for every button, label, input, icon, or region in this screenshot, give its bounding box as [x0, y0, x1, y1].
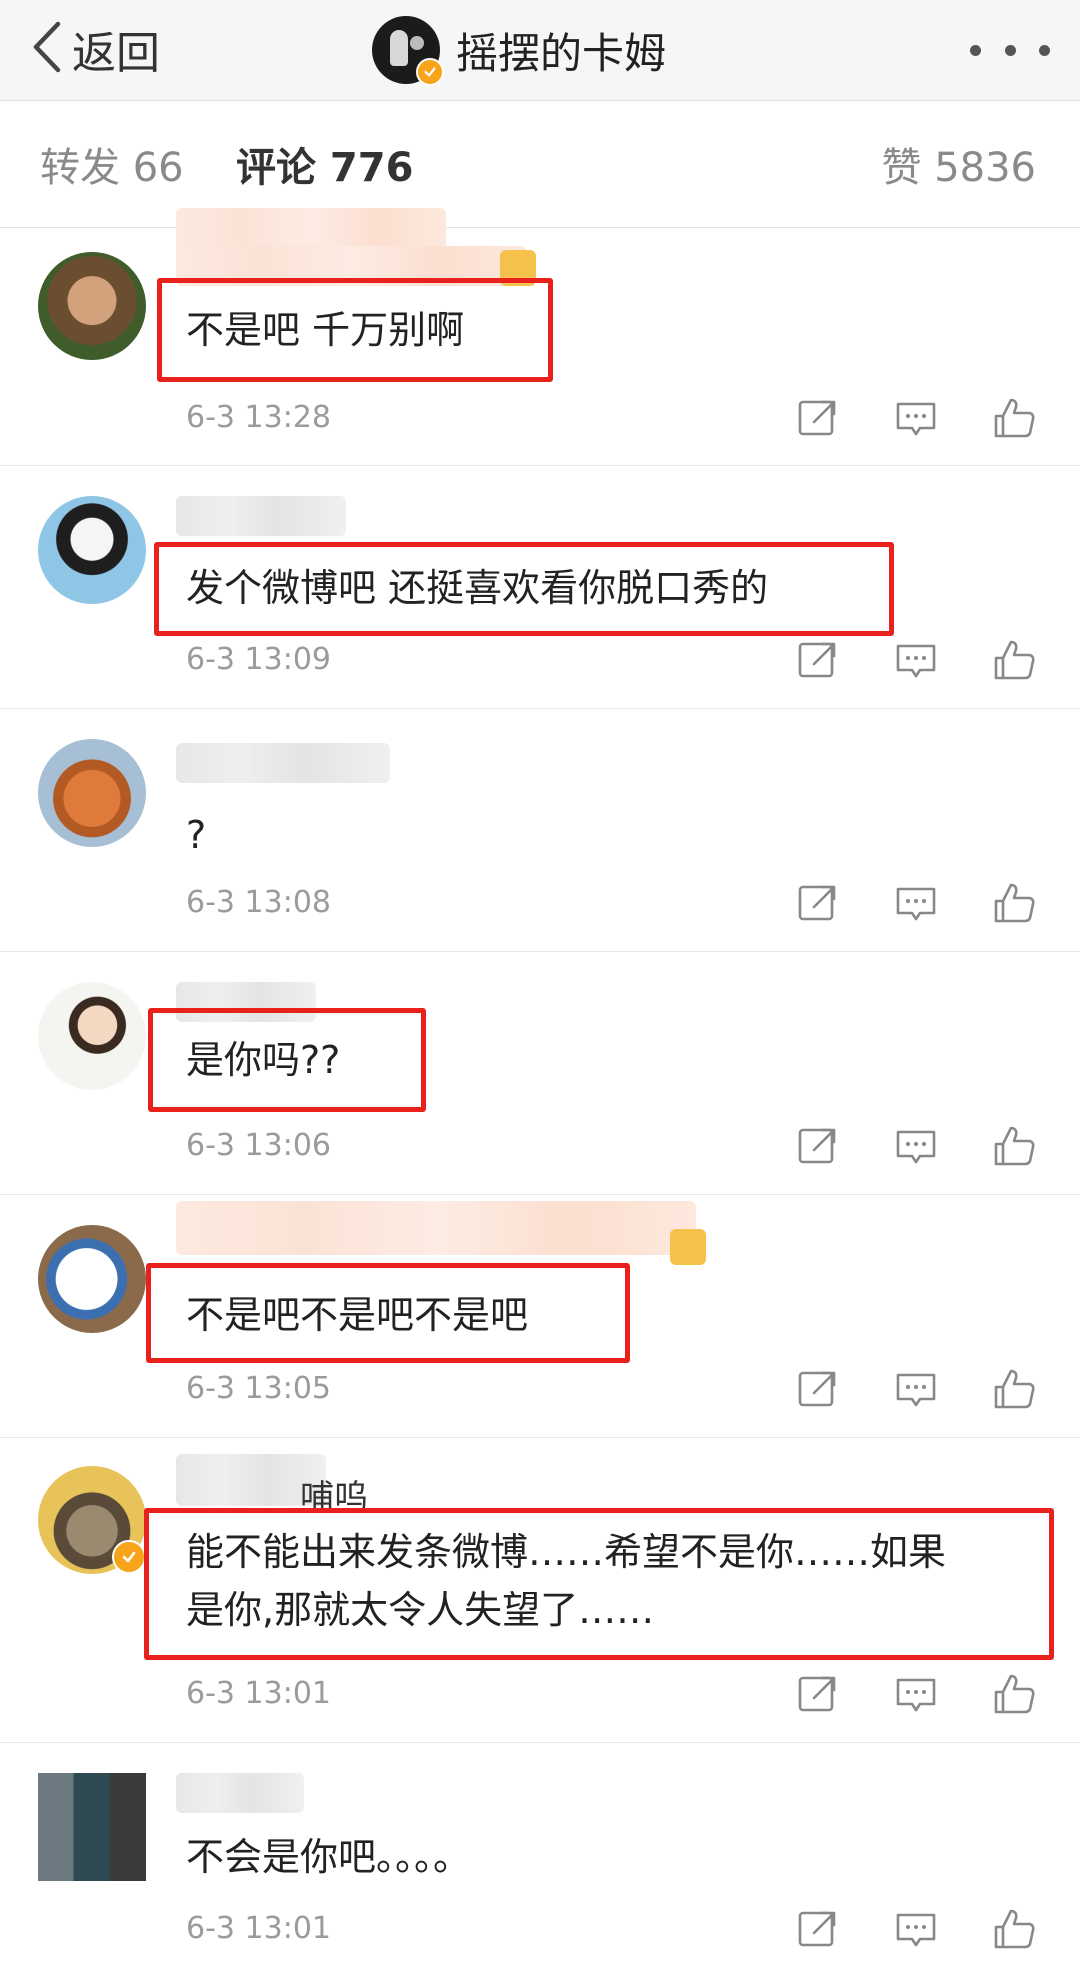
verified-badge-icon [112, 1540, 146, 1574]
comment-text: 是你,那就太令人失望了…… [186, 1588, 655, 1632]
avatar[interactable] [372, 16, 444, 86]
repost-icon[interactable] [796, 1672, 840, 1716]
avatar[interactable] [38, 1225, 146, 1333]
avatar[interactable] [38, 496, 146, 604]
profile-header[interactable]: 摇摆的卡姆 [372, 0, 666, 100]
comment-time: 6-3 13:06 [186, 1128, 331, 1163]
verified-badge-icon [416, 58, 444, 86]
comment-icon[interactable] [894, 881, 938, 925]
tab-bar: 转发 66 评论 776 赞 5836 [0, 101, 1080, 228]
comment-actions [796, 1672, 1040, 1722]
comment-actions [796, 1367, 1040, 1417]
comment-icon[interactable] [894, 1672, 938, 1716]
list-item: 是你吗?? 6-3 13:06 [0, 952, 1080, 1194]
list-item: 发个微博吧 还挺喜欢看你脱口秀的 6-3 13:09 [0, 466, 1080, 708]
tab-like[interactable]: 赞 5836 [881, 135, 1036, 193]
page-title: 摇摆的卡姆 [456, 28, 667, 78]
blurred-username [176, 743, 390, 783]
back-chevron-icon [30, 20, 64, 78]
comment-text: 能不能出来发条微博……希望不是你……如果 [186, 1530, 947, 1574]
like-icon[interactable] [992, 1672, 1036, 1716]
comment-actions [796, 1124, 1040, 1174]
blurred-username [176, 1201, 696, 1255]
comment-text: 不会是你吧。。。。 [186, 1835, 472, 1879]
comment-actions [796, 1907, 1040, 1957]
like-icon[interactable] [992, 1124, 1036, 1168]
comment-time: 6-3 13:28 [186, 400, 331, 435]
avatar[interactable] [38, 982, 146, 1090]
comment-actions [796, 881, 1040, 931]
top-nav-bar: 返回 摇摆的卡姆 [0, 0, 1080, 101]
like-icon[interactable] [992, 1907, 1036, 1951]
blurred-username [176, 1773, 304, 1813]
comment-time: 6-3 13:01 [186, 1676, 331, 1711]
avatar[interactable] [38, 739, 146, 847]
comment-icon[interactable] [894, 638, 938, 682]
more-icon[interactable] [970, 22, 1050, 78]
comment-time: 6-3 13:05 [186, 1371, 331, 1406]
comment-icon[interactable] [894, 1124, 938, 1168]
avatar[interactable] [38, 1773, 146, 1881]
comment-text: 发个微博吧 还挺喜欢看你脱口秀的 [186, 566, 769, 610]
repost-icon[interactable] [796, 1907, 840, 1951]
comment-text: ? [186, 813, 207, 857]
like-icon[interactable] [992, 881, 1036, 925]
comment-time: 6-3 13:09 [186, 642, 331, 677]
comment-text: 不是吧不是吧不是吧 [186, 1293, 529, 1337]
list-item: 不是吧 千万别啊 6-3 13:28 [0, 208, 1080, 465]
repost-icon[interactable] [796, 1367, 840, 1411]
comment-icon[interactable] [894, 396, 938, 440]
repost-icon[interactable] [796, 881, 840, 925]
comment-actions [796, 638, 1040, 688]
list-item: 不会是你吧。。。。 6-3 13:01 [0, 1743, 1080, 1966]
comment-text: 是你吗?? [186, 1038, 341, 1082]
comment-text: 不是吧 千万别啊 [186, 308, 465, 352]
repost-icon[interactable] [796, 1124, 840, 1168]
like-icon[interactable] [992, 396, 1036, 440]
like-icon[interactable] [992, 638, 1036, 682]
back-label: 返回 [72, 28, 160, 79]
tab-comment[interactable]: 评论 776 [236, 135, 413, 193]
comment-actions [796, 396, 1040, 446]
blurred-username [176, 496, 346, 536]
list-item: 不是吧不是吧不是吧 6-3 13:05 [0, 1195, 1080, 1437]
back-button[interactable]: 返回 [30, 14, 160, 84]
tab-repost[interactable]: 转发 66 [40, 135, 184, 193]
comment-time: 6-3 13:08 [186, 885, 331, 920]
comment-icon[interactable] [894, 1907, 938, 1951]
list-item: ? 6-3 13:08 [0, 709, 1080, 951]
repost-icon[interactable] [796, 638, 840, 682]
comment-icon[interactable] [894, 1367, 938, 1411]
comment-time: 6-3 13:01 [186, 1911, 331, 1946]
repost-icon[interactable] [796, 396, 840, 440]
avatar[interactable] [38, 252, 146, 360]
list-item: 哺呜 能不能出来发条微博……希望不是你……如果 是你,那就太令人失望了…… 6-… [0, 1438, 1080, 1742]
crown-badge-icon [670, 1229, 706, 1265]
like-icon[interactable] [992, 1367, 1036, 1411]
